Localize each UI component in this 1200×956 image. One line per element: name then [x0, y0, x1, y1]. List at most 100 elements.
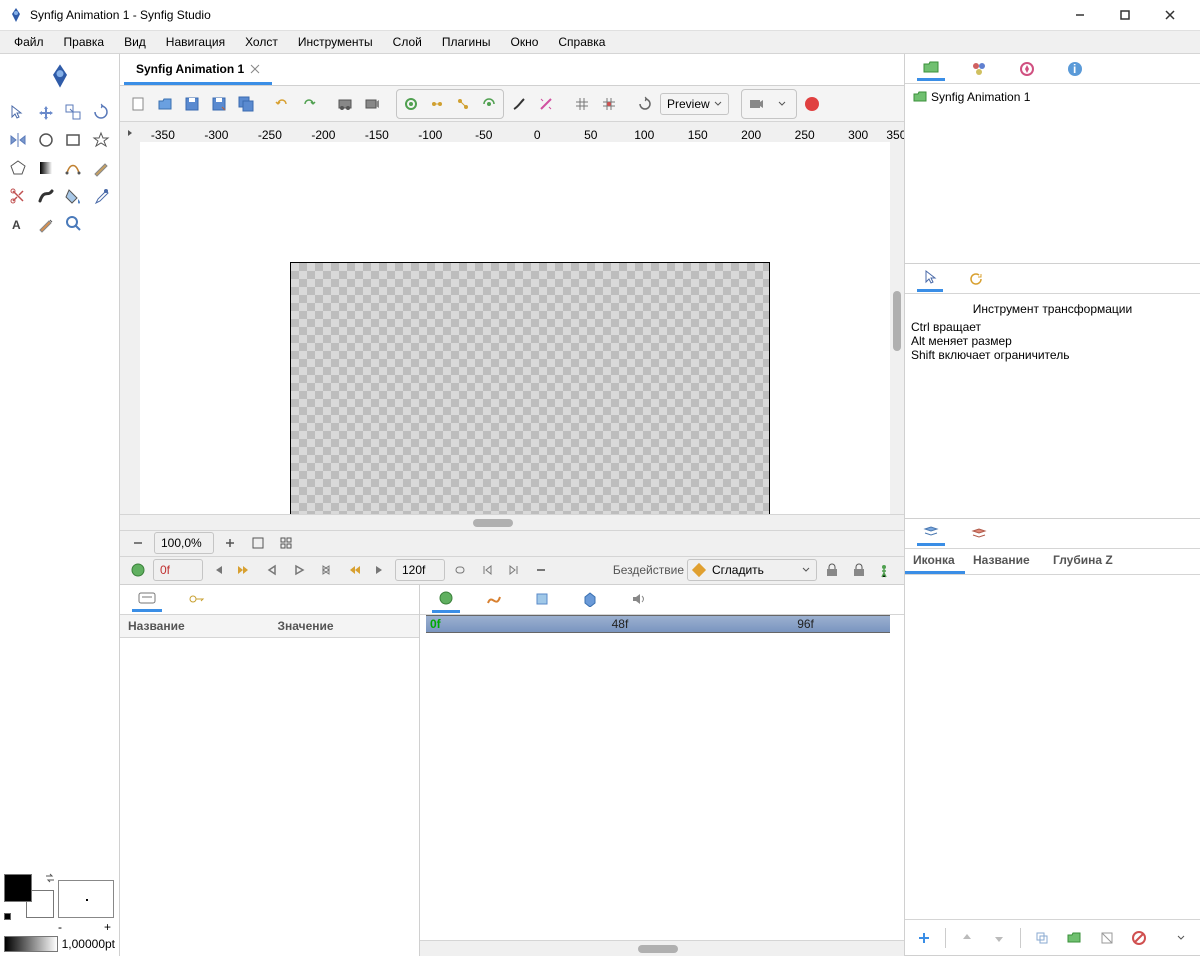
save-button[interactable]	[180, 92, 204, 116]
cutout-tool[interactable]	[4, 182, 32, 210]
loop-button[interactable]	[448, 558, 472, 582]
layer-delete-button[interactable]	[1128, 926, 1150, 950]
rectangle-tool[interactable]	[60, 126, 88, 154]
new-file-button[interactable]	[126, 92, 150, 116]
layer-duplicate-button[interactable]	[1031, 926, 1053, 950]
menu-layer[interactable]: Слой	[383, 32, 432, 52]
rotate-tool[interactable]	[87, 98, 115, 126]
record-button[interactable]	[800, 92, 824, 116]
params-tab-key[interactable]	[182, 588, 212, 610]
outline-color-swatch[interactable]	[4, 874, 32, 902]
layers-col-icon[interactable]: Иконка	[905, 549, 965, 574]
layer-up-button[interactable]	[956, 926, 978, 950]
tool-history-tab[interactable]	[963, 268, 991, 290]
width-minus[interactable]: -	[58, 920, 62, 934]
zoom-in-button[interactable]	[218, 531, 242, 555]
info-tab[interactable]: i	[1061, 57, 1089, 81]
open-file-button[interactable]	[153, 92, 177, 116]
bounds-start-button[interactable]	[475, 558, 499, 582]
spline-tool[interactable]	[60, 154, 88, 182]
tool-options-tab[interactable]	[917, 265, 943, 292]
sound-tab[interactable]	[624, 587, 652, 611]
horizontal-scrollbar[interactable]	[120, 514, 904, 530]
save-as-button[interactable]	[207, 92, 231, 116]
canvas[interactable]	[140, 142, 904, 514]
sketch-tool[interactable]	[32, 210, 60, 238]
params-col-name[interactable]: Название	[120, 615, 270, 637]
smooth-move-tool[interactable]	[32, 98, 60, 126]
vertical-scrollbar[interactable]	[890, 142, 904, 514]
layer-cut-button[interactable]	[1096, 926, 1118, 950]
animate-mode-button[interactable]	[874, 558, 898, 582]
width-tool[interactable]	[32, 182, 60, 210]
close-tab-icon[interactable]	[250, 64, 260, 74]
render-settings-button[interactable]	[744, 92, 768, 116]
nav-compass-tab[interactable]	[1013, 57, 1041, 81]
seek-prev-frame-button[interactable]	[260, 558, 284, 582]
interpolation-select[interactable]: Сгладить	[687, 559, 817, 581]
params-col-value[interactable]: Значение	[270, 615, 420, 637]
scale-tool[interactable]	[60, 98, 88, 126]
seek-start-button[interactable]	[206, 558, 230, 582]
library-tab[interactable]	[965, 523, 993, 545]
ruler-corner[interactable]	[120, 122, 140, 142]
redo-button[interactable]	[297, 92, 321, 116]
menu-tools[interactable]: Инструменты	[288, 32, 383, 52]
layer-add-button[interactable]	[913, 926, 935, 950]
transform-tool[interactable]	[4, 98, 32, 126]
seek-next-frame-button[interactable]	[314, 558, 338, 582]
zoom-tool[interactable]	[60, 210, 88, 238]
play-button[interactable]	[287, 558, 311, 582]
palette-tab[interactable]	[965, 57, 993, 81]
swap-colors-icon[interactable]	[44, 872, 56, 884]
grid-show-button[interactable]	[570, 92, 594, 116]
layers-tab[interactable]	[917, 521, 945, 546]
current-frame-input[interactable]: 0f	[153, 559, 203, 581]
timeline-scrollbar[interactable]	[420, 940, 904, 956]
menu-view[interactable]: Вид	[114, 32, 156, 52]
curves-tab[interactable]	[480, 587, 508, 611]
keyframe-lock-future-button[interactable]	[847, 558, 871, 582]
layer-group-button[interactable]	[1063, 926, 1085, 950]
gradient-tool[interactable]	[32, 154, 60, 182]
zoom-out-button[interactable]	[126, 531, 150, 555]
sets-tab[interactable]	[576, 587, 604, 611]
params-tab-keyboard[interactable]	[132, 587, 162, 612]
vertical-ruler[interactable]	[120, 142, 140, 514]
seek-next-kf-button[interactable]	[341, 558, 365, 582]
render-button[interactable]	[333, 92, 357, 116]
menu-edit[interactable]: Правка	[54, 32, 115, 52]
draw-tool[interactable]	[87, 154, 115, 182]
navigator-tab[interactable]	[917, 56, 945, 81]
keyframe-lock-past-button[interactable]	[820, 558, 844, 582]
text-tool[interactable]: A	[4, 210, 32, 238]
snap-keyframe-button[interactable]	[451, 92, 475, 116]
guides-button[interactable]	[534, 92, 558, 116]
mirror-tool[interactable]	[4, 126, 32, 154]
skeleton-button[interactable]	[507, 92, 531, 116]
onion-prev-button[interactable]	[399, 92, 423, 116]
minimize-button[interactable]	[1057, 1, 1102, 29]
onion-next-button[interactable]	[425, 92, 449, 116]
star-tool[interactable]	[87, 126, 115, 154]
preview-quality-select[interactable]: Preview	[660, 93, 729, 115]
seek-prev-kf-button[interactable]	[233, 558, 257, 582]
seek-end-button[interactable]	[368, 558, 392, 582]
layer-menu-button[interactable]	[1170, 926, 1192, 950]
timetrack-tab[interactable]	[432, 586, 460, 613]
default-colors-icon[interactable]	[4, 913, 11, 920]
document-tab[interactable]: Synfig Animation 1	[124, 56, 272, 85]
timeline-body[interactable]	[420, 633, 904, 941]
fill-tool[interactable]	[60, 182, 88, 210]
close-button[interactable]	[1147, 1, 1192, 29]
menu-plugins[interactable]: Плагины	[432, 32, 501, 52]
width-plus[interactable]: +	[104, 920, 111, 934]
end-frame-input[interactable]: 120f	[395, 559, 445, 581]
zoom-fit-button[interactable]	[246, 531, 270, 555]
zoom-input[interactable]: 100,0%	[154, 532, 214, 554]
layer-down-button[interactable]	[988, 926, 1010, 950]
refresh-button[interactable]	[633, 92, 657, 116]
save-all-button[interactable]	[234, 92, 258, 116]
history-tab[interactable]	[528, 587, 556, 611]
polygon-tool[interactable]	[4, 154, 32, 182]
